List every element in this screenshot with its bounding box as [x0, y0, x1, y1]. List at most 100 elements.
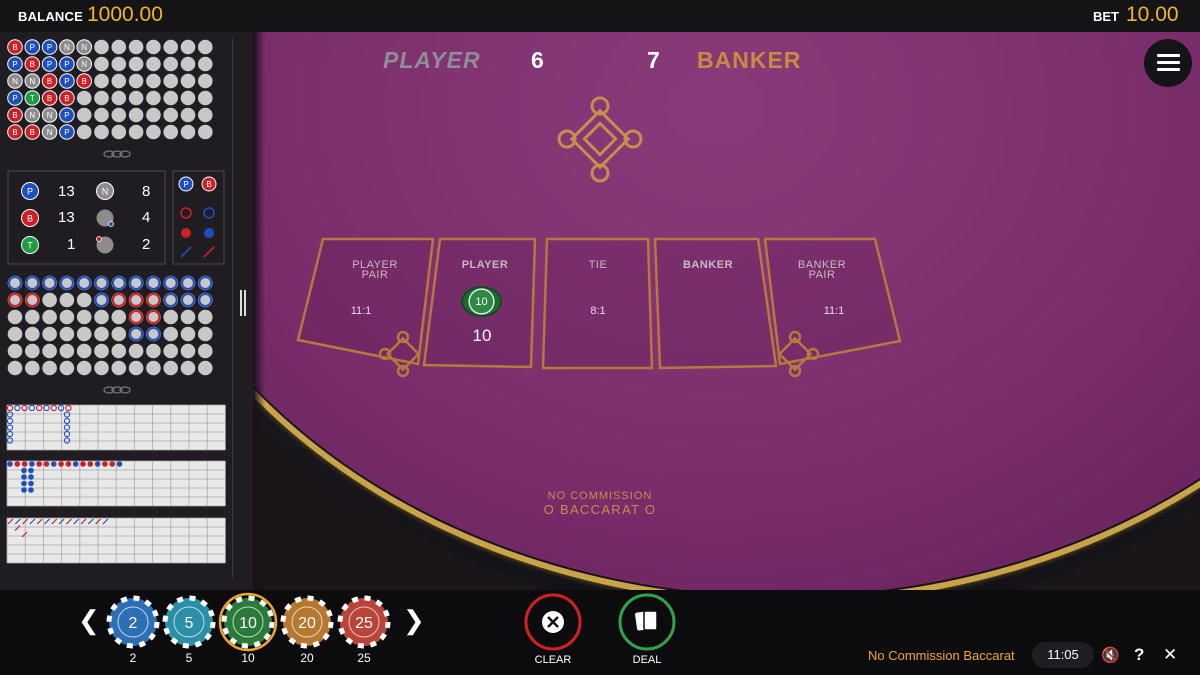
chip-10-button[interactable]: 10 — [218, 592, 278, 652]
svg-text:P: P — [12, 60, 17, 69]
tie-odds: 8:1 — [590, 305, 606, 317]
empty-cell — [180, 90, 196, 106]
natural-stat-icon: N — [96, 182, 114, 200]
bead: B — [24, 124, 41, 140]
svg-text:B: B — [12, 43, 17, 52]
svg-text:P: P — [183, 180, 188, 189]
empty-cell — [111, 107, 127, 123]
empty-cell — [146, 56, 161, 72]
bet-area-banker-pair[interactable] — [770, 240, 898, 360]
bead: B — [41, 73, 58, 89]
empty-cell — [198, 56, 213, 72]
empty-cell — [146, 39, 161, 55]
empty-cell — [198, 73, 213, 89]
chip-10-label: 10 — [241, 651, 255, 665]
svg-text:B: B — [30, 128, 35, 137]
svg-text:P: P — [47, 43, 52, 52]
prediction-box: PB — [172, 170, 225, 265]
bead: N — [24, 73, 41, 89]
bead: P — [59, 73, 75, 89]
banker-score-label: BANKER — [697, 47, 802, 73]
svg-text:P: P — [64, 128, 69, 137]
empty-cell — [128, 124, 144, 140]
empty-cell — [198, 107, 213, 123]
deal-label: DEAL — [632, 654, 662, 666]
bead: N — [24, 107, 41, 123]
bead: P — [41, 39, 58, 55]
player-label: PLAYER — [461, 259, 509, 271]
svg-text:N: N — [29, 111, 35, 120]
svg-text:N: N — [64, 43, 70, 52]
empty-cell — [111, 39, 127, 55]
empty-cell — [94, 90, 109, 106]
banker-pair-count: 2 — [142, 236, 151, 253]
divider-ornament-icon — [103, 386, 131, 394]
chip-25-button[interactable]: 25 — [337, 595, 391, 649]
deal-button[interactable] — [618, 593, 676, 651]
empty-cell — [180, 107, 196, 123]
small-road — [6, 460, 226, 507]
svg-text:B: B — [27, 214, 33, 224]
close-icon[interactable]: ✕ — [1163, 645, 1177, 665]
chip-5-button[interactable]: 5 — [162, 595, 216, 649]
cockroach-road — [6, 517, 226, 564]
panel-resize-handle[interactable] — [240, 290, 246, 316]
svg-text:N: N — [29, 77, 35, 86]
empty-cell — [163, 39, 178, 55]
empty-cell — [146, 107, 161, 123]
mute-icon[interactable]: 🔇 — [1101, 646, 1120, 664]
empty-cell — [163, 56, 178, 72]
placed-chip-value: 10 — [475, 296, 488, 308]
empty-cell — [163, 73, 178, 89]
chip-20-label: 20 — [300, 651, 314, 665]
empty-cell — [180, 73, 196, 89]
placed-chip[interactable]: 10 — [461, 286, 502, 317]
svg-text:P: P — [27, 187, 33, 197]
balance-label: BALANCE — [18, 9, 83, 24]
svg-text:B: B — [47, 77, 52, 86]
svg-text:B: B — [12, 128, 17, 137]
divider-ornament-icon — [103, 150, 131, 158]
clear-label: CLEAR — [534, 654, 572, 666]
svg-text:P: P — [30, 43, 35, 52]
predict-player-button[interactable]: P — [178, 176, 194, 192]
action-buttons — [524, 593, 676, 651]
bead: B — [7, 124, 23, 140]
clear-button[interactable] — [524, 593, 582, 651]
top-bar: BALANCE 1000.00 BET 10.00 — [0, 0, 1200, 32]
empty-cell — [94, 73, 109, 89]
empty-cell — [111, 73, 127, 89]
bead: B — [76, 73, 92, 89]
chip-20-button[interactable]: 20 — [280, 595, 334, 649]
bet-area-player-pair[interactable] — [300, 240, 430, 360]
player-bet-amount: 10 — [472, 326, 492, 345]
bead: B — [41, 90, 58, 106]
chip-2-button[interactable]: 2 — [106, 595, 160, 649]
svg-text:P: P — [12, 94, 17, 103]
bead: P — [41, 56, 58, 72]
empty-cell — [94, 107, 109, 123]
menu-button[interactable] — [1144, 39, 1192, 87]
empty-cell — [180, 124, 196, 140]
banker-pair-odds: 11:1 — [823, 305, 845, 317]
tie-stat-icon: T — [21, 236, 39, 254]
empty-cell — [128, 107, 144, 123]
table-text-line2: O BACCARAT O — [543, 502, 657, 517]
predict-banker-button[interactable]: B — [201, 176, 217, 192]
svg-text:T: T — [27, 241, 33, 251]
empty-cell — [128, 39, 144, 55]
help-icon[interactable]: ? — [1134, 645, 1144, 665]
svg-text:P: P — [47, 60, 52, 69]
bet-value: 10.00 — [1126, 3, 1179, 26]
svg-text:B: B — [206, 180, 211, 189]
bead: N — [76, 39, 92, 55]
banker-count: 13 — [58, 209, 75, 226]
empty-cell — [128, 90, 144, 106]
empty-cell — [111, 124, 127, 140]
svg-text:10: 10 — [239, 615, 257, 632]
chip-2-label: 2 — [129, 651, 137, 665]
bead: T — [24, 90, 41, 106]
bead: B — [59, 90, 75, 106]
player-count: 13 — [58, 183, 75, 200]
svg-text:N: N — [81, 60, 87, 69]
